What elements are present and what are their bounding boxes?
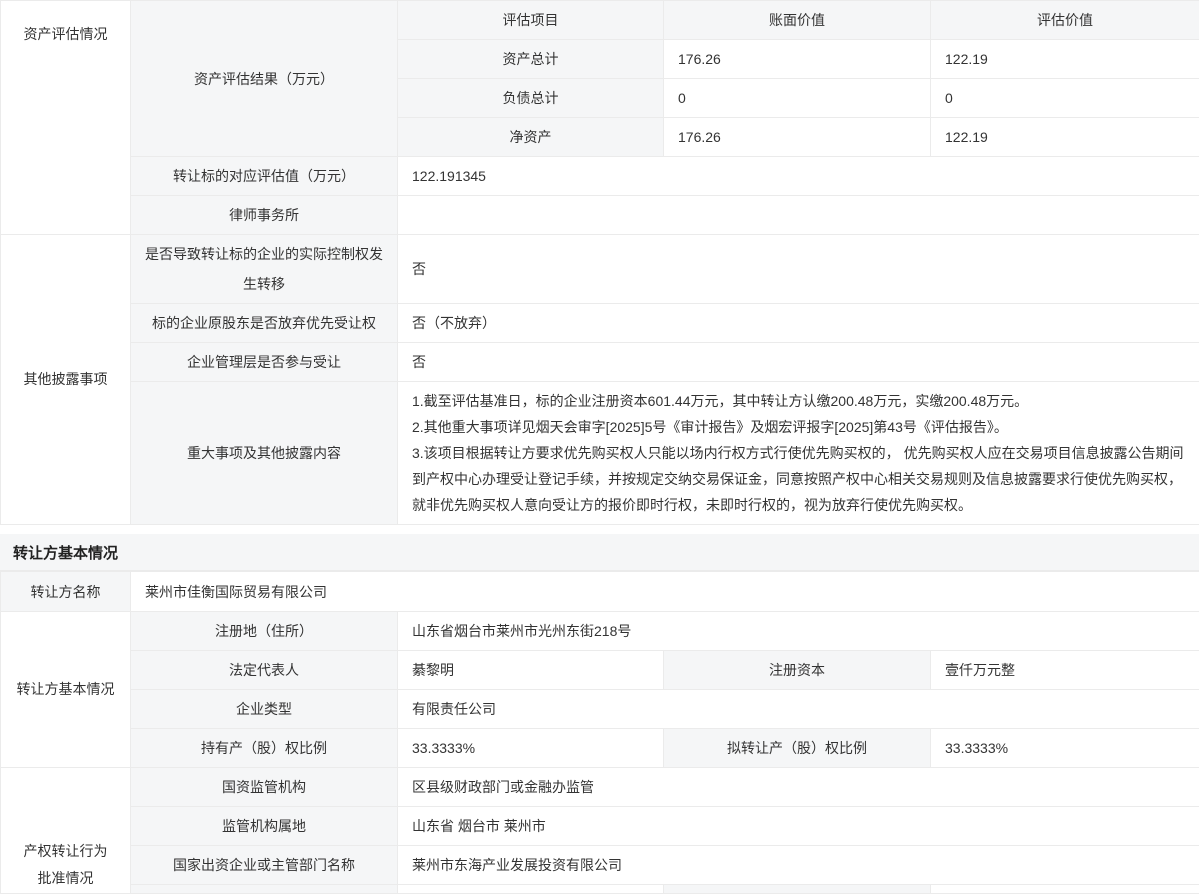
- total-assets-eval-value: 122.19: [931, 40, 1199, 79]
- state-regulator-value: 区县级财政部门或金融办监管: [398, 768, 1199, 807]
- major-matters-label: 重大事项及其他披露内容: [131, 382, 398, 525]
- row-label-net-assets: 净资产: [398, 118, 664, 157]
- table-row: 转让方名称 莱州市佳衡国际贸易有限公司: [1, 572, 1199, 612]
- section-divider: [0, 525, 1199, 534]
- section-label-other-disclosure: 其他披露事项: [1, 235, 131, 525]
- partial-row-value-cell-1: [398, 885, 664, 894]
- section-label-asset-evaluation: 资产评估情况: [1, 1, 131, 235]
- transferor-name-value: 莱州市佳衡国际贸易有限公司: [131, 572, 1199, 612]
- regulator-location-value: 山东省 烟台市 莱州市: [398, 807, 1199, 846]
- law-firm-value: [398, 196, 1199, 235]
- regulator-location-label: 监管机构属地: [131, 807, 398, 846]
- registered-address-value: 山东省烟台市莱州市光州东街218号: [398, 612, 1199, 651]
- preemptive-right-waiver-value: 否（不放弃）: [398, 304, 1199, 343]
- table-row: 监管机构属地 山东省 烟台市 莱州市: [1, 807, 1199, 846]
- net-assets-eval-value: 122.19: [931, 118, 1199, 157]
- major-matters-line-2: 2.其他重大事项详见烟天会审字[2025]5号《审计报告》及烟宏评报字[2025…: [412, 414, 1185, 440]
- column-header-book-value: 账面价值: [664, 1, 931, 40]
- table-row: 国家出资企业或主管部门名称 莱州市东海产业发展投资有限公司: [1, 846, 1199, 885]
- management-participation-value: 否: [398, 343, 1199, 382]
- table-row: 持有产（股）权比例 33.3333% 拟转让产（股）权比例 33.3333%: [1, 729, 1199, 768]
- table-row: 重大事项及其他披露内容 1.截至评估基准日，标的企业注册资本601.44万元，其…: [1, 382, 1199, 525]
- table-row: 标的企业原股东是否放弃优先受让权 否（不放弃）: [1, 304, 1199, 343]
- table-row: 法定代表人 綦黎明 注册资本 壹仟万元整: [1, 651, 1199, 690]
- column-header-eval-value: 评估价值: [931, 1, 1199, 40]
- control-transfer-label: 是否导致转让标的企业的实际控制权发生转移: [131, 235, 398, 304]
- asset-result-label: 资产评估结果（万元）: [131, 1, 398, 157]
- transfer-approval-label-line2: 批准情况: [9, 865, 122, 892]
- table-row: 企业类型 有限责任公司: [1, 690, 1199, 729]
- total-assets-book-value: 176.26: [664, 40, 931, 79]
- row-label-total-assets: 资产总计: [398, 40, 664, 79]
- holding-ratio-label: 持有产（股）权比例: [131, 729, 398, 768]
- state-regulator-label: 国资监管机构: [131, 768, 398, 807]
- partial-row-label-cell-1: [131, 885, 398, 894]
- table-row: 转让标的对应评估值（万元） 122.191345: [1, 157, 1199, 196]
- total-liabilities-eval-value: 0: [931, 79, 1199, 118]
- major-matters-line-1: 1.截至评估基准日，标的企业注册资本601.44万元，其中转让方认缴200.48…: [412, 388, 1185, 414]
- state-enterprise-value: 莱州市东海产业发展投资有限公司: [398, 846, 1199, 885]
- control-transfer-value: 否: [398, 235, 1199, 304]
- transfer-ratio-value: 33.3333%: [931, 729, 1199, 768]
- company-type-value: 有限责任公司: [398, 690, 1199, 729]
- transferor-info-table: 转让方名称 莱州市佳衡国际贸易有限公司 转让方基本情况 注册地（住所） 山东省烟…: [0, 571, 1199, 894]
- company-type-label: 企业类型: [131, 690, 398, 729]
- table-row-partial: [1, 885, 1199, 894]
- target-eval-value: 122.191345: [398, 157, 1199, 196]
- section-header-title: 转让方基本情况: [13, 542, 118, 563]
- table-row: 转让方基本情况 注册地（住所） 山东省烟台市莱州市光州东街218号: [1, 612, 1199, 651]
- holding-ratio-value: 33.3333%: [398, 729, 664, 768]
- net-assets-book-value: 176.26: [664, 118, 931, 157]
- target-eval-label: 转让标的对应评估值（万元）: [131, 157, 398, 196]
- partial-row-value-cell-2: [931, 885, 1199, 894]
- major-matters-content: 1.截至评估基准日，标的企业注册资本601.44万元，其中转让方认缴200.48…: [398, 382, 1199, 525]
- table-row: 律师事务所: [1, 196, 1199, 235]
- registered-capital-label: 注册资本: [664, 651, 931, 690]
- state-enterprise-label: 国家出资企业或主管部门名称: [131, 846, 398, 885]
- law-firm-label: 律师事务所: [131, 196, 398, 235]
- asset-evaluation-table: 资产评估情况 资产评估结果（万元） 评估项目 账面价值 评估价值 资产总计 17…: [0, 0, 1199, 525]
- total-liabilities-book-value: 0: [664, 79, 931, 118]
- partial-row-label-cell-2: [664, 885, 931, 894]
- legal-representative-value: 綦黎明: [398, 651, 664, 690]
- transfer-ratio-label: 拟转让产（股）权比例: [664, 729, 931, 768]
- transfer-approval-label-line1: 产权转让行为: [9, 838, 122, 865]
- management-participation-label: 企业管理层是否参与受让: [131, 343, 398, 382]
- table-row: 产权转让行为 批准情况 国资监管机构 区县级财政部门或金融办监管: [1, 768, 1199, 807]
- table-row: 企业管理层是否参与受让 否: [1, 343, 1199, 382]
- column-header-eval-item: 评估项目: [398, 1, 664, 40]
- registered-capital-value: 壹仟万元整: [931, 651, 1199, 690]
- preemptive-right-waiver-label: 标的企业原股东是否放弃优先受让权: [131, 304, 398, 343]
- legal-representative-label: 法定代表人: [131, 651, 398, 690]
- section-label-transfer-approval: 产权转让行为 批准情况: [1, 768, 131, 894]
- table-row: 其他披露事项 是否导致转让标的企业的实际控制权发生转移 否: [1, 235, 1199, 304]
- registered-address-label: 注册地（住所）: [131, 612, 398, 651]
- section-header-transferor-basic-info: 转让方基本情况: [0, 534, 1199, 571]
- transferor-name-label: 转让方名称: [1, 572, 131, 612]
- major-matters-line-3: 3.该项目根据转让方要求优先购买权人只能以场内行权方式行使优先购买权的， 优先购…: [412, 440, 1185, 518]
- section-label-transferor-basic-info: 转让方基本情况: [1, 612, 131, 768]
- row-label-total-liabilities: 负债总计: [398, 79, 664, 118]
